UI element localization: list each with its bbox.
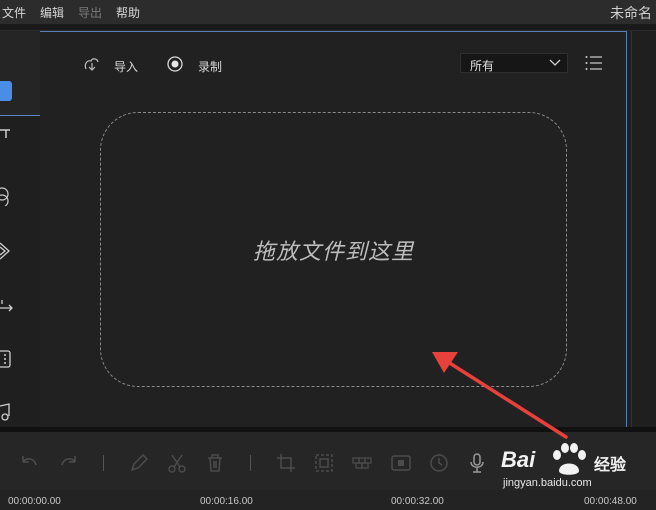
redo-icon[interactable] xyxy=(57,452,79,474)
preview-panel-edge xyxy=(631,31,632,427)
drop-hint: 拖放文件到这里 xyxy=(252,239,414,264)
window-title: 未命名 xyxy=(610,5,652,21)
watermark-brand: Bai xyxy=(501,447,536,472)
transition-icon[interactable] xyxy=(0,296,16,316)
menu-export[interactable]: 导出 xyxy=(78,4,102,21)
edit-icon[interactable] xyxy=(128,452,150,474)
duration-icon[interactable] xyxy=(428,452,450,474)
cut-icon[interactable] xyxy=(166,452,188,474)
timecode-3: 00:00:48.00 xyxy=(584,496,637,507)
baidu-paw-logo xyxy=(553,443,586,475)
freeze-frame-icon[interactable] xyxy=(390,452,412,474)
sidebar-strip xyxy=(0,115,41,458)
sidebar xyxy=(0,31,41,458)
delete-icon[interactable] xyxy=(204,452,226,474)
baidu-jingyan-watermark: Bai 经验 jingyan.baidu.com xyxy=(501,441,641,497)
import-icon[interactable] xyxy=(83,55,101,73)
crop-icon[interactable] xyxy=(275,452,297,474)
media-toolbar: 导入 录制 所有 xyxy=(40,52,626,76)
overlay-icon[interactable] xyxy=(0,241,16,261)
import-button[interactable]: 导入 xyxy=(114,58,138,75)
music-icon[interactable] xyxy=(0,402,16,422)
timecode-1: 00:00:16.00 xyxy=(200,496,253,507)
menu-file[interactable]: 文件 xyxy=(2,4,26,21)
sidebar-item-media-active[interactable] xyxy=(0,81,12,101)
media-filter-select[interactable]: 所有 xyxy=(460,53,568,73)
toolbar-separator xyxy=(103,455,104,471)
undo-icon[interactable] xyxy=(19,452,41,474)
chevron-down-icon xyxy=(549,59,561,66)
timecode-0: 00:00:00.00 xyxy=(8,496,61,507)
toolbar-separator xyxy=(250,455,251,471)
drop-zone[interactable]: 拖放文件到这里 xyxy=(100,112,567,387)
microphone-icon[interactable] xyxy=(466,452,488,474)
top-separator xyxy=(0,24,656,30)
media-filter-value: 所有 xyxy=(470,59,495,73)
media-panel: 导入 录制 所有 拖放文件到这里 xyxy=(40,31,627,429)
element-icon[interactable] xyxy=(0,349,16,369)
record-icon[interactable] xyxy=(166,55,184,73)
text-icon[interactable] xyxy=(0,126,16,146)
preview-panel xyxy=(627,31,656,427)
record-button[interactable]: 录制 xyxy=(198,58,222,75)
list-view-icon[interactable] xyxy=(585,55,603,71)
menu-help[interactable]: 帮助 xyxy=(116,4,140,21)
zoom-crop-icon[interactable] xyxy=(313,452,335,474)
mosaic-icon[interactable] xyxy=(351,452,373,474)
watermark-product: 经验 xyxy=(594,457,627,474)
menu-edit[interactable]: 编辑 xyxy=(40,4,64,21)
timecode-2: 00:00:32.00 xyxy=(391,496,444,507)
menu-bar: 文件 编辑 导出 帮助 未命名 xyxy=(0,0,656,24)
filter-icon[interactable] xyxy=(0,186,16,206)
watermark-url: jingyan.baidu.com xyxy=(503,477,592,489)
